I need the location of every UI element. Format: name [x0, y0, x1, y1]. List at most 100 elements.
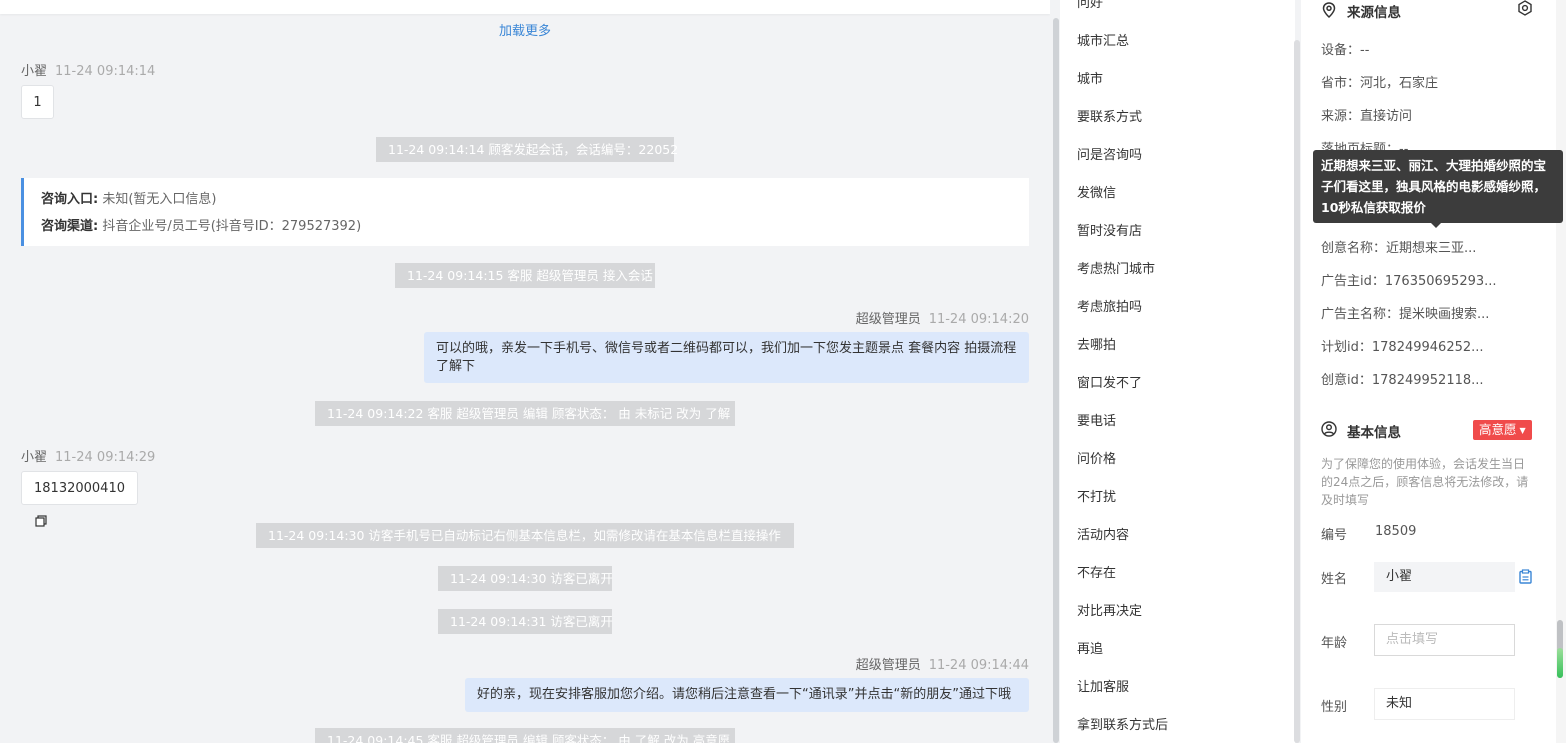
- basic-info-title: 基本信息: [1347, 425, 1401, 441]
- system-message: 11-24 09:14:14 顾客发起会话，会话编号：22052: [376, 137, 678, 162]
- quick-reply-item[interactable]: 问是咨询吗: [1077, 144, 1142, 163]
- source-label: 来源：: [1321, 109, 1361, 124]
- quick-reply-item[interactable]: 城市: [1077, 68, 1103, 87]
- quick-reply-item[interactable]: 发微信: [1077, 182, 1116, 201]
- number-value: 18509: [1375, 524, 1417, 539]
- system-message: 11-24 09:14:30 访客手机号已自动标记右侧基本信息栏，如需修改请在基…: [256, 523, 794, 548]
- creative-id-row: 创意id：178249952118...: [1321, 369, 1484, 388]
- quick-reply-item[interactable]: 窗口发不了: [1077, 372, 1142, 391]
- system-message: 11-24 09:14:45 客服 超级管理员 编辑 顾客状态： 由 了解 改为…: [315, 728, 735, 743]
- quick-reply-item[interactable]: 不打扰: [1077, 486, 1116, 505]
- quick-reply-item[interactable]: 去哪拍: [1077, 334, 1116, 353]
- creative-id-value[interactable]: 178249952118...: [1372, 373, 1484, 388]
- message-time: 11-24 09:14:44: [928, 658, 1029, 673]
- user-circle-icon: [1321, 421, 1337, 437]
- age-input[interactable]: 点击填写: [1374, 624, 1515, 656]
- message-bubble-agent: 好的亲，现在安排客服加您介绍。请您稍后注意查看一下“通讯录”并点击“新的朋友”通…: [465, 678, 1029, 712]
- quick-reply-item[interactable]: 城市汇总: [1077, 30, 1129, 49]
- location-pin-icon: [1322, 2, 1336, 18]
- gender-label: 性别: [1321, 700, 1348, 715]
- sender-name: 超级管理员: [855, 658, 921, 673]
- quick-reply-item[interactable]: 问价格: [1077, 448, 1116, 467]
- device-row: 设备：--: [1321, 39, 1369, 58]
- creative-id-label: 创意id：: [1321, 373, 1372, 388]
- sender-name: 小翟: [21, 64, 48, 79]
- consult-channel-row: 咨询渠道: 抖音企业号/员工号(抖音号ID：279527392): [41, 213, 1029, 240]
- message-time: 11-24 09:14:29: [55, 450, 156, 465]
- gender-select[interactable]: 未知: [1374, 688, 1515, 720]
- source-row: 来源：直接访问: [1321, 105, 1412, 124]
- quick-reply-item[interactable]: 对比再决定: [1077, 600, 1142, 619]
- region-row: 省市：河北，石家庄: [1321, 72, 1438, 91]
- scroll-indicator: [1557, 648, 1563, 678]
- creative-name-value[interactable]: 近期想来三亚...: [1386, 241, 1476, 256]
- system-message: 11-24 09:14:15 客服 超级管理员 接入会话: [395, 263, 655, 288]
- creative-name-row: 创意名称：近期想来三亚...: [1321, 237, 1476, 256]
- quick-reply-item[interactable]: 考虑旅拍吗: [1077, 296, 1142, 315]
- message-sender: 小翟 11-24 09:14:14: [21, 60, 155, 79]
- phone-number-text: 18132000410: [34, 481, 125, 496]
- quick-reply-item[interactable]: 不存在: [1077, 562, 1116, 581]
- message-time: 11-24 09:14:14: [55, 64, 156, 79]
- advertiser-name-label: 广告主名称：: [1321, 307, 1400, 322]
- quick-reply-item[interactable]: 让加客服: [1077, 676, 1129, 695]
- quick-reply-item[interactable]: 问好: [1077, 0, 1103, 11]
- sender-name: 小翟: [21, 450, 48, 465]
- device-label: 设备：: [1321, 43, 1361, 58]
- consult-entry-card: 咨询入口: 未知(暂无入口信息) 咨询渠道: 抖音企业号/员工号(抖音号ID：2…: [21, 178, 1029, 246]
- load-more-link[interactable]: 加载更多: [0, 20, 1050, 39]
- message-sender-agent: 超级管理员 11-24 09:14:44: [700, 654, 1029, 673]
- caret-down-icon: ▼: [1519, 426, 1526, 435]
- advertiser-id-row: 广告主id：176350695293...: [1321, 270, 1497, 289]
- message-sender: 小翟 11-24 09:14:29: [21, 446, 155, 465]
- region-value: 河北，石家庄: [1360, 76, 1439, 91]
- quick-reply-item[interactable]: 要电话: [1077, 410, 1116, 429]
- consult-entry-label: 咨询入口:: [41, 192, 99, 207]
- consult-entry-value: 未知(暂无入口信息): [102, 192, 217, 207]
- quick-reply-item[interactable]: 考虑热门城市: [1077, 258, 1155, 277]
- clipboard-icon[interactable]: [1519, 569, 1532, 584]
- age-label: 年龄: [1321, 636, 1348, 651]
- creative-name-label: 创意名称：: [1321, 241, 1387, 256]
- name-label: 姓名: [1321, 572, 1348, 587]
- advertiser-name-value[interactable]: 提米映画搜索...: [1399, 307, 1489, 322]
- quick-reply-item[interactable]: 活动内容: [1077, 524, 1129, 543]
- message-bubble-visitor: 18132000410: [21, 471, 138, 527]
- number-label: 编号: [1321, 528, 1348, 543]
- system-message: 11-24 09:14:22 客服 超级管理员 编辑 顾客状态： 由 未标记 改…: [315, 401, 735, 426]
- advertiser-id-label: 广告主id：: [1321, 274, 1385, 289]
- quick-reply-item[interactable]: 拿到联系方式后: [1077, 714, 1168, 733]
- consult-entry-row: 咨询入口: 未知(暂无入口信息): [41, 186, 1029, 213]
- message-time: 11-24 09:14:20: [928, 312, 1029, 327]
- intent-status-badge[interactable]: 高意愿 ▼: [1473, 420, 1532, 440]
- quick-reply-item[interactable]: 要联系方式: [1077, 106, 1142, 125]
- system-message: 11-24 09:14:30 访客已离开: [438, 566, 613, 591]
- plan-id-value[interactable]: 178249946252...: [1372, 340, 1484, 355]
- region-label: 省市：: [1321, 76, 1361, 91]
- settings-icon[interactable]: [1517, 0, 1533, 16]
- quick-reply-panel: 问好 城市汇总 城市 要联系方式 问是咨询吗 发微信 暂时没有店 考虑热门城市 …: [1060, 0, 1295, 743]
- chat-panel: 加载更多 小翟 11-24 09:14:14 1 11-24 09:14:14 顾…: [0, 0, 1050, 743]
- message-bubble-agent: 可以的哦，亲发一下手机号、微信号或者二维码都可以，我们加一下您发主题景点 套餐内…: [424, 332, 1029, 383]
- intent-status-label: 高意愿: [1479, 422, 1517, 437]
- quick-reply-item[interactable]: 暂时没有店: [1077, 220, 1142, 239]
- device-value: --: [1360, 43, 1370, 58]
- advertiser-id-value[interactable]: 176350695293...: [1385, 274, 1497, 289]
- copy-icon[interactable]: [35, 515, 47, 527]
- plan-id-row: 计划id：178249946252...: [1321, 336, 1484, 355]
- source-info-title: 来源信息: [1347, 5, 1401, 21]
- consult-channel-value: 抖音企业号/员工号(抖音号ID：279527392): [102, 219, 362, 234]
- quick-reply-item[interactable]: 再追: [1077, 638, 1103, 657]
- chat-top-bar: [0, 0, 1050, 14]
- source-value: 直接访问: [1360, 109, 1413, 124]
- message-sender-agent: 超级管理员 11-24 09:14:20: [700, 308, 1029, 327]
- message-bubble-visitor: 1: [21, 85, 54, 119]
- quick-reply-scrollbar[interactable]: [1294, 40, 1300, 743]
- plan-id-label: 计划id：: [1321, 340, 1372, 355]
- name-field[interactable]: 小翟: [1374, 562, 1515, 592]
- creative-name-tooltip: 近期想来三亚、丽江、大理拍婚纱照的宝子们看这里，独具风格的电影感婚纱照，10秒私…: [1313, 150, 1563, 228]
- chat-scrollbar[interactable]: [1053, 18, 1059, 743]
- system-message: 11-24 09:14:31 访客已离开: [438, 609, 613, 634]
- advertiser-name-row: 广告主名称：提米映画搜索...: [1321, 303, 1489, 322]
- sender-name: 超级管理员: [855, 312, 921, 327]
